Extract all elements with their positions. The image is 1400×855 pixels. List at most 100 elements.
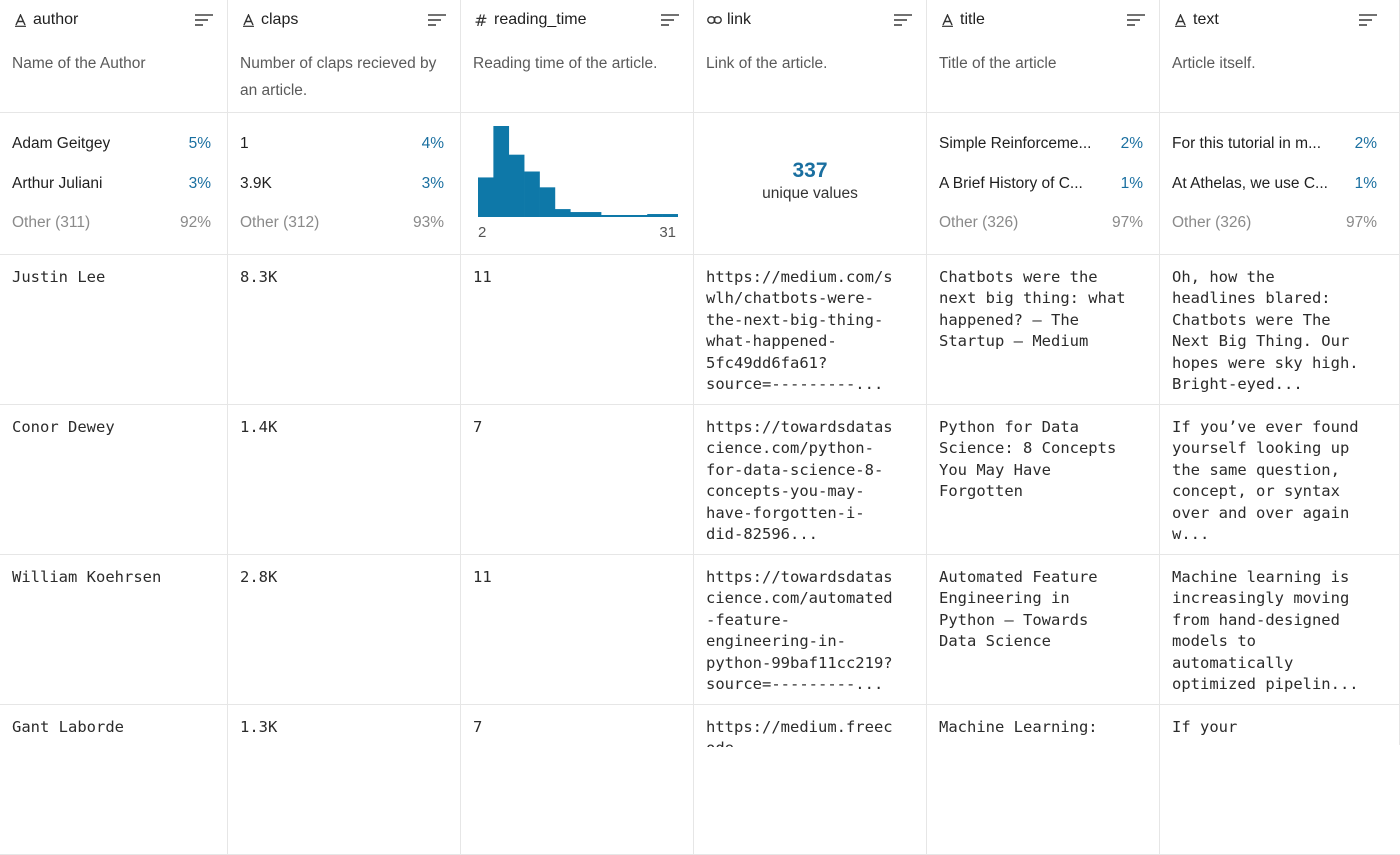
histogram-bar[interactable] xyxy=(647,214,663,217)
table-cell-reading-time[interactable]: 11 xyxy=(461,555,694,705)
unique-count: 337 xyxy=(792,159,828,182)
stat-label: Arthur Juliani xyxy=(12,175,103,192)
table-cell-reading-time[interactable]: 7 xyxy=(461,705,694,855)
sort-icon[interactable] xyxy=(195,13,213,27)
stat-percent: 3% xyxy=(188,175,211,192)
table-cell-title[interactable]: Automated Feature Engineering in Python … xyxy=(927,555,1160,705)
stat-row[interactable]: 1 4% xyxy=(240,133,444,155)
sort-icon[interactable] xyxy=(1359,13,1377,27)
table-cell-text[interactable]: If you’ve ever found yourself looking up… xyxy=(1160,405,1400,555)
table-cell-link[interactable]: https://medium.com/s wlh/chatbots-were- … xyxy=(694,255,927,405)
table-cell-text[interactable]: Machine learning is increasingly moving … xyxy=(1160,555,1400,705)
column-description: Number of claps recieved by an article. xyxy=(240,55,437,99)
stat-percent: 97% xyxy=(1345,214,1377,231)
table-cell-claps[interactable]: 1.4K xyxy=(228,405,461,555)
histogram-bar[interactable] xyxy=(554,209,571,217)
histogram-bar[interactable] xyxy=(601,215,617,217)
cell-text: Conor Dewey xyxy=(12,418,115,436)
table-cell-reading-time[interactable]: 11 xyxy=(461,255,694,405)
column-description: Reading time of the article. xyxy=(473,55,658,72)
table-cell-author[interactable]: Conor Dewey xyxy=(0,405,228,555)
column-name[interactable]: link xyxy=(727,11,894,29)
stat-row[interactable]: Adam Geitgey 5% xyxy=(12,133,211,155)
stat-label: Other (312) xyxy=(240,214,320,231)
table-cell-author[interactable]: Justin Lee xyxy=(0,255,228,405)
sort-icon[interactable] xyxy=(894,13,912,27)
sort-icon[interactable] xyxy=(428,13,446,27)
histogram-bar[interactable] xyxy=(508,154,525,217)
table-cell-claps[interactable]: 1.3K xyxy=(228,705,461,855)
stat-percent: 92% xyxy=(179,214,211,231)
sort-icon[interactable] xyxy=(661,13,679,27)
table-cell-text[interactable]: If your ... xyxy=(1160,705,1400,855)
cell-text: 1.4K xyxy=(240,418,278,436)
stat-percent: 1% xyxy=(1120,175,1143,192)
column-header: link Link of the article. xyxy=(694,0,926,113)
histogram-bar[interactable] xyxy=(631,215,648,217)
table-cell-text[interactable]: Oh, how the headlines blared: Chatbots w… xyxy=(1160,255,1400,405)
column-name[interactable]: author xyxy=(33,11,195,29)
cell-text: https://medium.com/s wlh/chatbots-were- … xyxy=(706,268,893,394)
column-header: title Title of the article xyxy=(927,0,1159,113)
stat-label: 1 xyxy=(240,135,249,152)
histogram-max-label: 31 xyxy=(659,224,676,241)
table-cell-author[interactable]: William Koehrsen xyxy=(0,555,228,705)
histogram-bar[interactable] xyxy=(662,214,678,217)
sort-icon[interactable] xyxy=(1127,13,1145,27)
table-cell-title[interactable]: Python for Data Science: 8 Concepts You … xyxy=(927,405,1160,555)
histogram-bar[interactable] xyxy=(478,177,494,217)
string-type-icon xyxy=(1172,13,1188,27)
column-name[interactable]: title xyxy=(960,11,1127,29)
stat-label: Simple Reinforceme... xyxy=(939,135,1092,152)
stat-row[interactable]: Simple Reinforceme... 2% xyxy=(939,133,1143,155)
column-description: Name of the Author xyxy=(12,55,146,72)
stat-row[interactable]: For this tutorial in m... 2% xyxy=(1172,133,1377,155)
column-name[interactable]: reading_time xyxy=(494,11,661,29)
column-description: Link of the article. xyxy=(706,55,828,72)
unique-values-summary: 337 unique values xyxy=(694,158,926,204)
column-header: # reading_time Reading time of the artic… xyxy=(461,0,693,113)
table-cell-link[interactable]: https://medium.freec ode... xyxy=(694,705,927,855)
table-cell-title[interactable]: Machine Learning: ... xyxy=(927,705,1160,855)
column-stats: 2 31 xyxy=(461,113,693,255)
cell-text: 11 xyxy=(473,268,492,286)
stat-percent: 97% xyxy=(1111,214,1143,231)
stat-row[interactable]: A Brief History of C... 1% xyxy=(939,173,1143,195)
column-name[interactable]: text xyxy=(1193,11,1359,29)
histogram-bar[interactable] xyxy=(524,171,540,218)
data-table: author Name of the Author Adam Geitgey 5%… xyxy=(0,0,1400,855)
histogram-bar[interactable] xyxy=(493,126,510,217)
stat-row[interactable]: At Athelas, we use C... 1% xyxy=(1172,173,1377,195)
stat-label: Other (311) xyxy=(12,214,91,231)
stat-row-other: Other (312) 93% xyxy=(240,212,444,234)
column-description: Title of the article xyxy=(939,55,1057,72)
number-type-icon: # xyxy=(474,10,488,30)
histogram-bar[interactable] xyxy=(585,212,602,217)
table-cell-link[interactable]: https://towardsdatas cience.com/python- … xyxy=(694,405,927,555)
column-name[interactable]: claps xyxy=(261,11,428,29)
histogram-bar[interactable] xyxy=(570,212,586,217)
cell-text: Automated Feature Engineering in Python … xyxy=(939,568,1098,651)
stat-label: Adam Geitgey xyxy=(12,135,111,152)
cell-text: If your ... xyxy=(1172,718,1238,747)
table-cell-link[interactable]: https://towardsdatas cience.com/automate… xyxy=(694,555,927,705)
table-cell-title[interactable]: Chatbots were the next big thing: what h… xyxy=(927,255,1160,405)
cell-text: 8.3K xyxy=(240,268,278,286)
stat-percent: 1% xyxy=(1354,175,1377,192)
cell-text: Machine Learning: ... xyxy=(939,718,1098,747)
string-type-icon xyxy=(939,13,955,27)
table-cell-claps[interactable]: 2.8K xyxy=(228,555,461,705)
stat-label: 3.9K xyxy=(240,175,272,192)
column-header: author Name of the Author xyxy=(0,0,227,113)
histogram-bar[interactable] xyxy=(616,215,633,217)
stat-row[interactable]: 3.9K 3% xyxy=(240,173,444,195)
cell-text: Machine learning is increasingly moving … xyxy=(1172,568,1359,694)
stat-row[interactable]: Arthur Juliani 3% xyxy=(12,173,211,195)
stat-percent: 93% xyxy=(412,214,444,231)
histogram-bar[interactable] xyxy=(539,187,556,217)
table-cell-author[interactable]: Gant Laborde xyxy=(0,705,228,855)
table-cell-claps[interactable]: 8.3K xyxy=(228,255,461,405)
reading-time-histogram[interactable] xyxy=(478,125,678,217)
table-cell-reading-time[interactable]: 7 xyxy=(461,405,694,555)
column-description: Article itself. xyxy=(1172,55,1256,72)
